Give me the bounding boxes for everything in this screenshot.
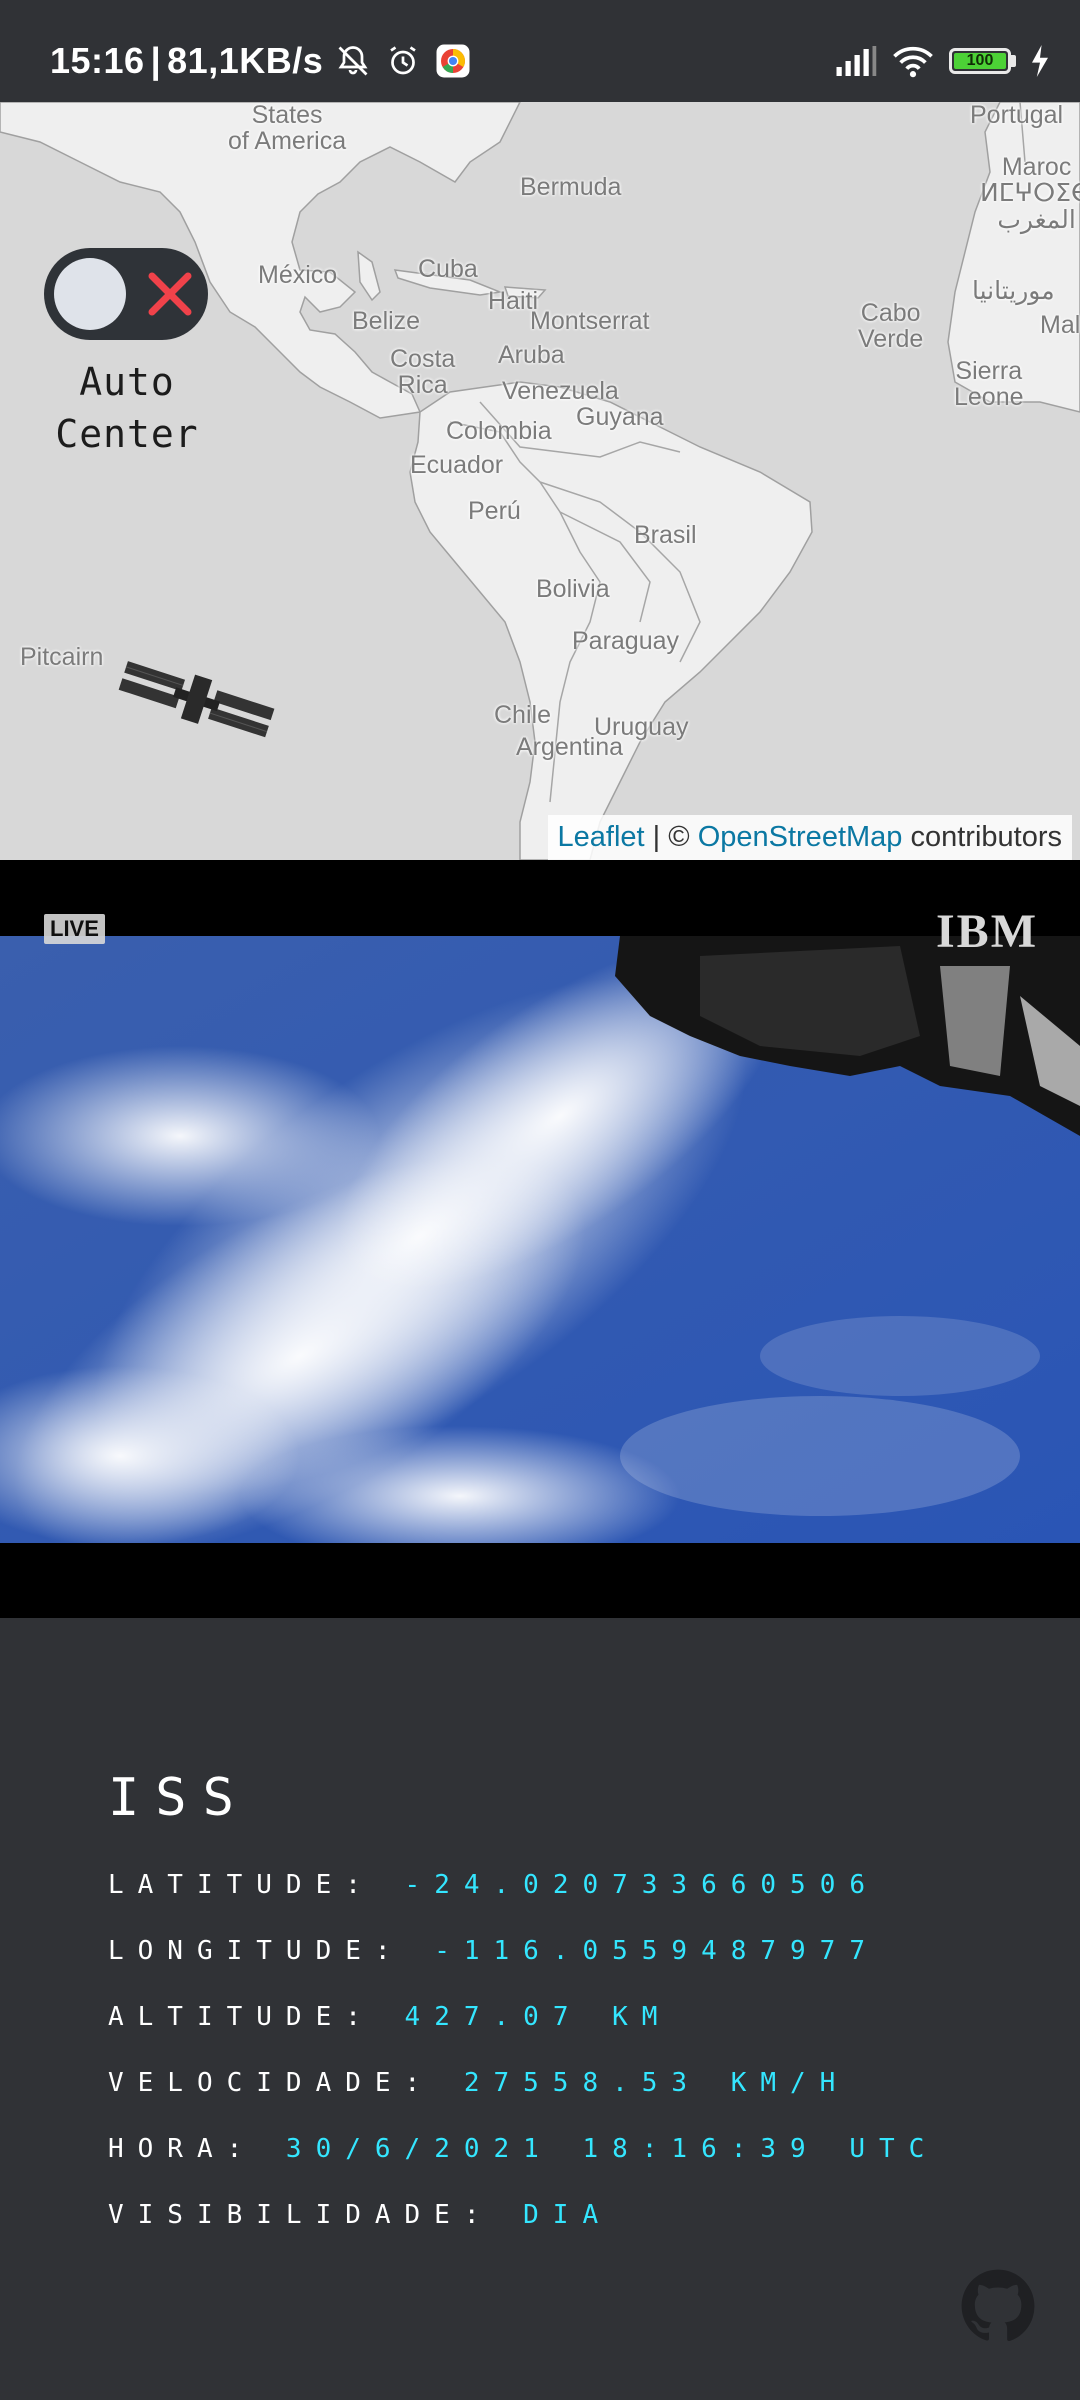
map-label: Paraguay (572, 627, 680, 655)
map-label: Brasil (634, 521, 697, 549)
leaflet-link[interactable]: Leaflet (558, 821, 645, 853)
longitude-label: LONGITUDE: (108, 1936, 435, 1966)
status-right: 100 (835, 44, 1050, 78)
status-left: 15:16 | 81,1KB/s (50, 40, 471, 82)
github-icon[interactable] (960, 2268, 1036, 2344)
separator: | (150, 40, 162, 81)
map-label: Maroc ⵍⵎⵖⵔⵉⴱ المغرب (980, 153, 1080, 234)
auto-center-label: Auto Center (55, 360, 199, 456)
map-label: Mal (1040, 311, 1080, 339)
live-video-player[interactable]: LIVE IBM (0, 860, 1080, 1618)
map-label: Cuba (418, 255, 478, 283)
map-label: Cabo Verde (858, 299, 924, 354)
openstreetmap-link[interactable]: OpenStreetMap (698, 821, 903, 853)
map-label: Guyana (576, 403, 664, 431)
map-label: Perú (468, 497, 521, 525)
notification-icons (335, 43, 471, 79)
latitude-label: LATITUDE: (108, 1870, 405, 1900)
notifications-off-icon (338, 46, 368, 76)
ibm-logo: IBM (936, 905, 1038, 958)
iss-satellite-icon[interactable] (112, 654, 278, 754)
iss-info-panel: ISS LATITUDE: -24.020733660506 LONGITUDE… (0, 1618, 1080, 2400)
attribution-suffix: contributors (902, 821, 1062, 853)
time-value: 30/6/2021 18:16:39 UTC (285, 2134, 939, 2164)
auto-center-toggle[interactable] (44, 248, 208, 340)
velocity-row: VELOCIDADE: 27558.53 KM/H (108, 2068, 849, 2098)
altitude-label: ALTITUDE: (108, 2002, 405, 2032)
alarm-icon (390, 46, 416, 75)
time-label: HORA: (108, 2134, 286, 2164)
longitude-value: -116.0559487977 (434, 1936, 879, 1966)
map-label: Costa Rica (390, 345, 456, 400)
signal-icon (836, 46, 877, 76)
close-icon (148, 272, 192, 316)
map-label: Bermuda (520, 173, 622, 201)
altitude-row: ALTITUDE: 427.07 KM (108, 2002, 671, 2032)
visibility-row: VISIBILIDADE: DIA (108, 2200, 612, 2230)
attribution-separator: | © (644, 821, 698, 853)
wifi-icon (893, 46, 933, 78)
map-label: Belize (352, 307, 421, 335)
live-badge: LIVE (44, 914, 105, 944)
visibility-label: VISIBILIDADE: (108, 2200, 524, 2230)
velocity-value: 27558.53 KM/H (463, 2068, 850, 2098)
velocity-label: VELOCIDADE: (108, 2068, 464, 2098)
map-label: Portugal (970, 102, 1064, 129)
map-label: México (258, 261, 338, 289)
map-label: موريتانيا (972, 277, 1055, 305)
longitude-row: LONGITUDE: -116.0559487977 (108, 1936, 879, 1966)
map-label: Montserrat (530, 307, 650, 335)
network-speed: 81,1KB/s (167, 40, 324, 81)
battery-icon: 100 (949, 48, 1016, 74)
status-bar: 15:16 | 81,1KB/s 100 (0, 0, 1080, 102)
latitude-row: LATITUDE: -24.020733660506 (108, 1870, 879, 1900)
map-label: Pitcairn (20, 643, 104, 671)
map-label: Aruba (498, 341, 565, 369)
battery-body: 100 (949, 48, 1011, 74)
charging-icon (1032, 45, 1048, 77)
altitude-value: 427.07 KM (404, 2002, 672, 2032)
chrome-icon (436, 44, 470, 78)
iss-map[interactable]: States of America Portugal Bermuda Maroc… (0, 102, 1080, 860)
map-label: Sierra Leone (954, 357, 1024, 412)
time-row: HORA: 30/6/2021 18:16:39 UTC (108, 2134, 938, 2164)
clock: 15:16 (50, 40, 145, 81)
battery-tip (1011, 55, 1016, 67)
map-label: Chile (494, 701, 551, 729)
map-label: Argentina (516, 733, 624, 761)
map-label: Colombia (446, 417, 552, 445)
battery-level: 100 (966, 52, 994, 69)
map-label: States of America (228, 102, 347, 156)
map-label: Bolivia (536, 575, 610, 603)
iss-title: ISS (108, 1768, 250, 1828)
map-label: Venezuela (502, 377, 619, 405)
latitude-value: -24.020733660506 (404, 1870, 879, 1900)
earth-video-frame (0, 936, 1080, 1543)
toggle-knob (54, 258, 126, 330)
visibility-value: DIA (523, 2200, 613, 2230)
map-attribution: Leaflet | © OpenStreetMap contributors (547, 815, 1072, 860)
map-label: Ecuador (410, 451, 504, 479)
